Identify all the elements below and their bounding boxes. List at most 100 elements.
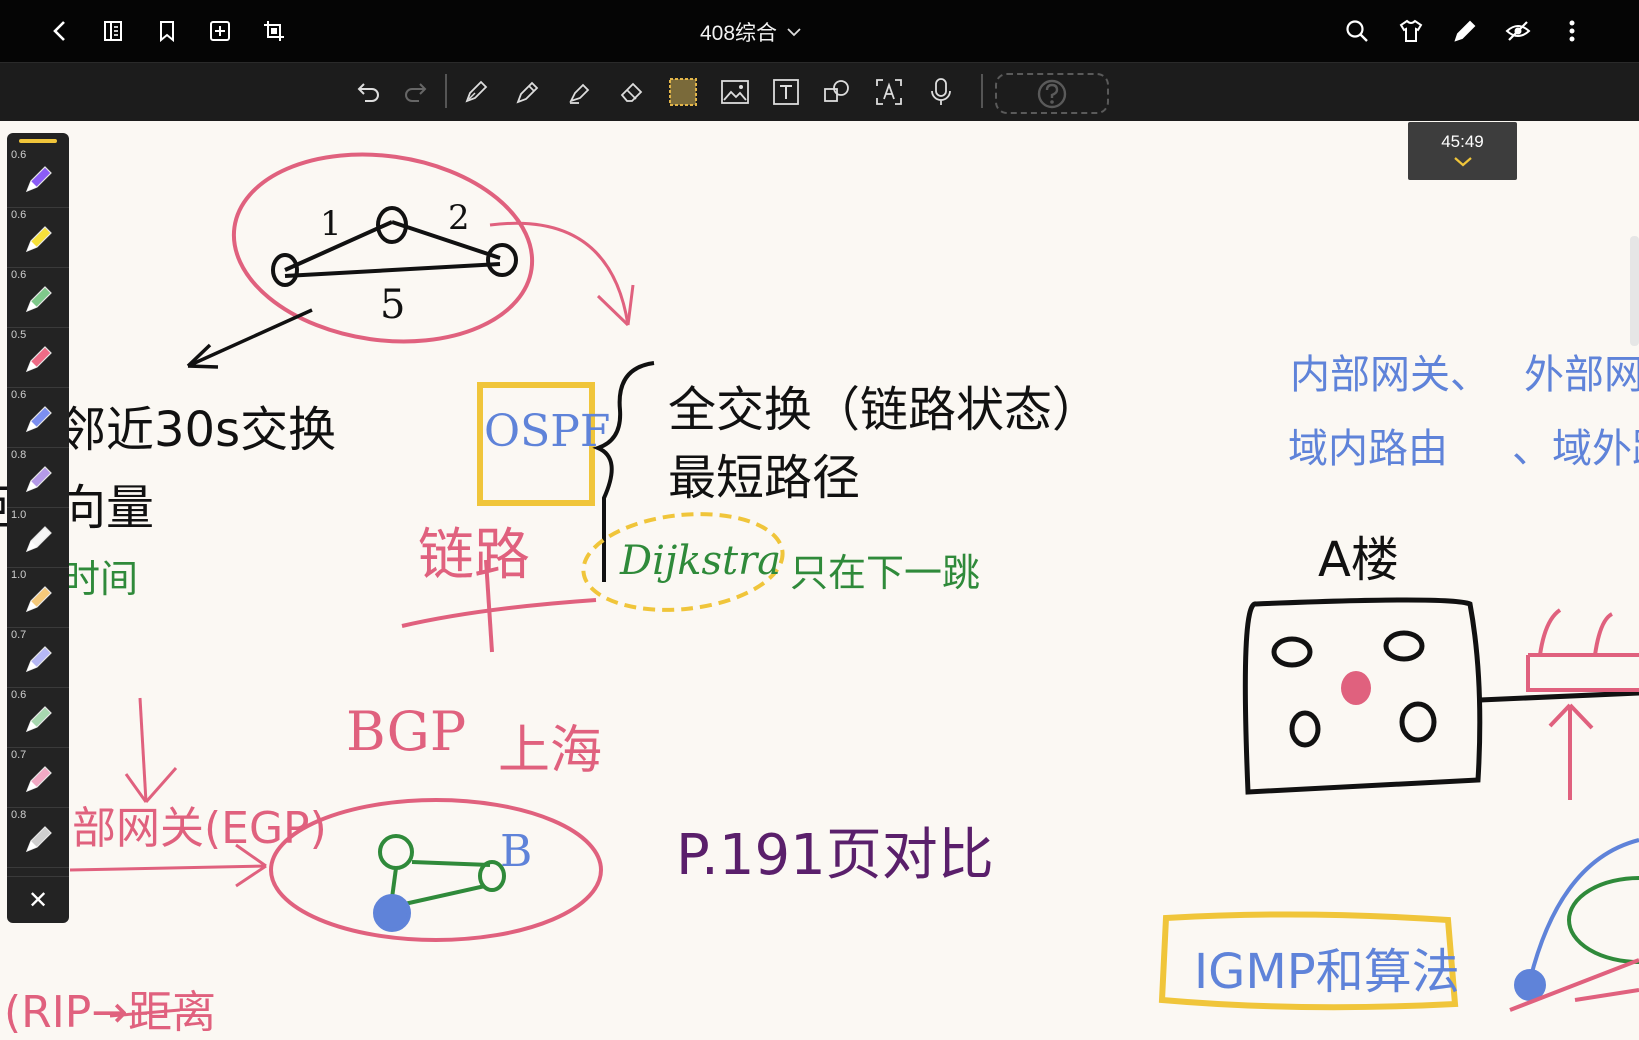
bottom-right-graph [1509, 838, 1639, 1012]
ballpoint-pen-icon[interactable] [511, 75, 545, 109]
building-a-label: A楼 [1318, 532, 1399, 588]
dijkstra-note: Dijkstra [620, 538, 782, 584]
note-canvas[interactable]: 1 2 5 邻近30s交换 距离向量 时间 OSPF 全交换（链路状态） 最短路… [0, 120, 1639, 1038]
page-compare-note: P.191页对比 [676, 823, 994, 888]
more-vert-icon[interactable] [1556, 15, 1588, 47]
node-b-label: B [500, 826, 533, 877]
pen-preset[interactable]: 0.8 [7, 807, 69, 868]
pen-preset[interactable]: 0.5 [7, 327, 69, 388]
pen-preset[interactable]: 0.8 [7, 447, 69, 508]
left-line3: 时间 [62, 557, 139, 601]
pen-preset-icon [25, 526, 52, 553]
pen-preset[interactable]: 0.6 [7, 147, 69, 208]
building-a [1242, 597, 1639, 795]
pen-preset[interactable]: 0.6 [7, 387, 69, 448]
microphone-icon[interactable] [924, 75, 958, 109]
pen-preset-icon [25, 166, 52, 193]
text-box-icon[interactable] [769, 75, 803, 109]
pen-size-label: 0.8 [11, 449, 27, 461]
egp-note: 部网关(EGP) [72, 803, 327, 854]
bookmark-icon[interactable] [151, 15, 183, 47]
eraser-icon[interactable] [615, 75, 649, 109]
pen-size-label: 0.7 [11, 629, 27, 641]
pen-size-label: 1.0 [11, 569, 27, 581]
pen-preset[interactable]: 0.6 [7, 267, 69, 328]
bgp-label: BGP [346, 700, 467, 763]
interior-gateway-note: 内部网关、 [1290, 352, 1490, 398]
top-bar: 408综合 [0, 0, 1639, 62]
pen-preset-icon [25, 706, 52, 733]
fountain-pen-icon[interactable] [459, 75, 493, 109]
link-note: 链路 [418, 523, 530, 588]
pen-preset-icon [25, 226, 52, 253]
exterior-gateway-note: 外部网 [1524, 352, 1639, 398]
undo-icon[interactable] [352, 75, 386, 109]
palette-active-indicator [19, 139, 57, 143]
recording-timer[interactable]: 45:49 [1408, 122, 1517, 180]
pen-size-label: 0.6 [11, 389, 27, 401]
full-exchange-note: 全交换（链路状态） [668, 382, 1101, 438]
pen-preset[interactable]: 0.7 [7, 627, 69, 688]
pen-preset-icon [25, 586, 52, 613]
pen-preset[interactable]: 1.0 [7, 507, 69, 568]
pen-preset-icon [25, 466, 52, 493]
arrow-pink-down [124, 697, 178, 803]
link-underline [401, 598, 597, 628]
pen-preset[interactable]: 1.0 [7, 567, 69, 628]
help-button[interactable] [995, 73, 1109, 114]
crop-icon[interactable] [258, 15, 290, 47]
question-icon [1037, 79, 1067, 108]
eye-hidden-icon[interactable] [1502, 15, 1534, 47]
next-hop-note: 只在下一跳 [790, 551, 981, 595]
pink-right-structure [1526, 608, 1639, 800]
pen-size-label: 0.6 [11, 269, 27, 281]
shortest-path-note: 最短路径 [668, 450, 861, 506]
pen-size-label: 0.6 [11, 689, 27, 701]
rip-bottom-note: (RIP→距离 [4, 987, 217, 1038]
search-icon[interactable] [1341, 15, 1373, 47]
pen-preset-icon [25, 766, 52, 793]
pen-preset-icon [25, 346, 52, 373]
intra-routing-note: 域内路由 [1288, 426, 1448, 472]
toolbar-divider [445, 74, 447, 108]
outline-icon[interactable] [97, 15, 129, 47]
pen-preset[interactable]: 0.6 [7, 687, 69, 748]
lasso-select-icon[interactable] [666, 75, 700, 109]
edge-weight-1: 1 [320, 204, 342, 244]
inter-routing-note: 、域外路 [1512, 426, 1639, 472]
left-line1: 邻近30s交换 [58, 402, 337, 458]
shanghai-note: 上海 [498, 721, 603, 781]
chevron-down-icon [787, 28, 801, 37]
pen-preset-icon [25, 406, 52, 433]
add-page-icon[interactable] [204, 15, 236, 47]
drawing-toolbar [0, 62, 1639, 121]
building-center-dot [1341, 671, 1371, 705]
palette-close-button[interactable]: ✕ [7, 876, 69, 923]
shapes-icon[interactable] [820, 75, 854, 109]
edge-weight-5: 5 [380, 282, 406, 328]
back-icon[interactable] [44, 15, 76, 47]
arrow-left-down [186, 308, 313, 369]
chevron-down-icon [1453, 157, 1472, 167]
pen-preset-icon [25, 646, 52, 673]
bgp-graph [373, 834, 506, 932]
pen-preset[interactable]: 0.7 [7, 747, 69, 808]
ocr-text-icon[interactable] [872, 75, 906, 109]
highlighter-icon[interactable] [563, 75, 597, 109]
pen-size-label: 1.0 [11, 509, 27, 521]
pen-size-label: 0.6 [11, 149, 27, 161]
redo-icon[interactable] [398, 75, 432, 109]
document-title-text: 408综合 [700, 22, 778, 45]
edge-weight-2: 2 [448, 198, 470, 238]
pen-size-label: 0.6 [11, 209, 27, 221]
theme-shirt-icon[interactable] [1395, 15, 1427, 47]
pen-edit-icon[interactable] [1449, 15, 1481, 47]
igmp-note: IGMP和算法 [1194, 944, 1460, 1000]
pen-preset[interactable]: 0.6 [7, 207, 69, 268]
document-title[interactable]: 408综合 [700, 17, 801, 47]
ospf-label: OSPF [484, 406, 611, 457]
pen-palette: 0.6 0.6 0.6 0.5 0.6 0.8 1.0 1.0 0.7 0.6 0.7 0.8 ✕ [7, 133, 69, 923]
triangle-graph [271, 206, 518, 287]
scroll-handle[interactable] [1630, 236, 1639, 346]
image-icon[interactable] [718, 75, 752, 109]
